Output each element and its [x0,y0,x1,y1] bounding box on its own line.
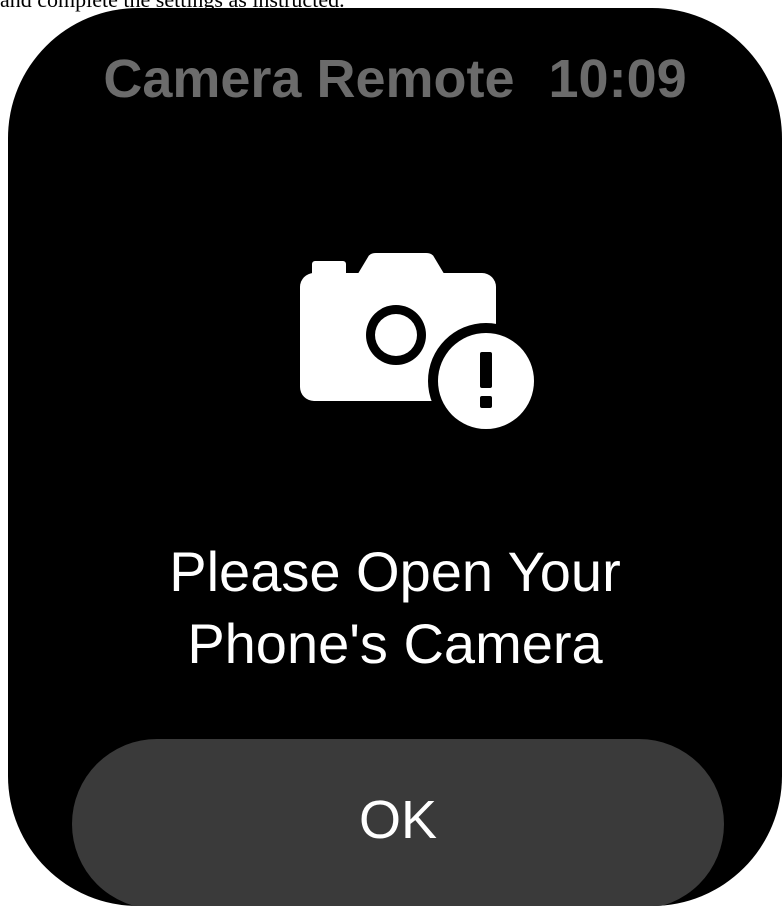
camera-alert-svg [300,253,538,439]
clock-time: 10:09 [548,49,687,109]
instruction-line-1: Please Open Your [169,540,621,603]
alert-exclamation-dot [480,396,492,408]
watch-screen: Camera Remote 10:09 Please Open Your Phon… [8,8,782,906]
ok-button[interactable]: OK [72,739,724,906]
instruction-message: Please Open Your Phone's Camera [48,536,742,680]
app-title: Camera Remote [103,49,515,109]
camera-alert-icon [298,251,538,441]
status-bar: Camera Remote 10:09 [8,46,782,112]
instruction-line-2: Phone's Camera [187,612,603,675]
alert-exclamation-bar [480,352,492,388]
camera-lens-inner [375,314,417,356]
